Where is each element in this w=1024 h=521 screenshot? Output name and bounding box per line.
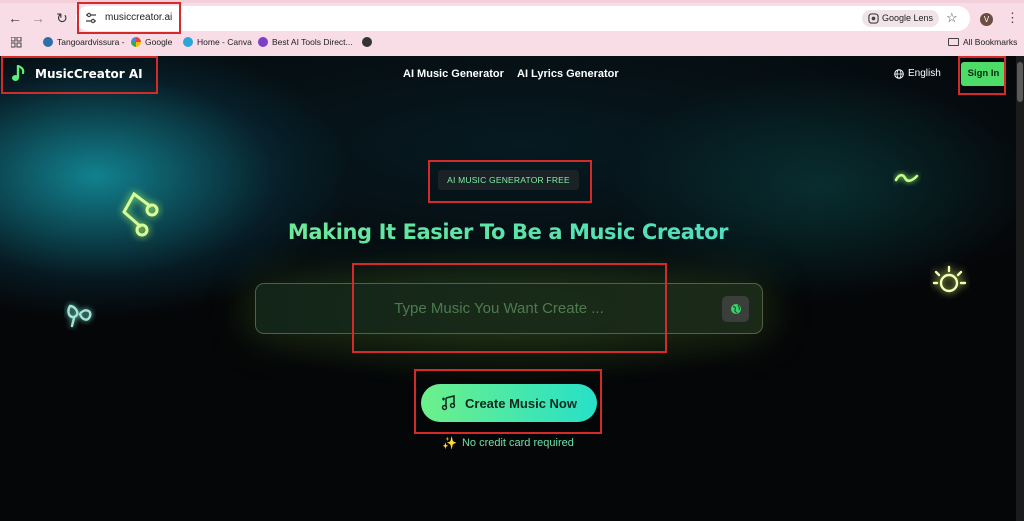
- language-toggle-button[interactable]: [722, 296, 749, 322]
- bookmark-item[interactable]: Home - Canva: [183, 37, 252, 47]
- nav-ai-lyrics-generator[interactable]: AI Lyrics Generator: [517, 68, 619, 80]
- sparkle-icon: ✨: [442, 436, 457, 450]
- free-generator-badge: AI MUSIC GENERATOR FREE: [438, 170, 579, 190]
- create-music-label: Create Music Now: [465, 395, 577, 411]
- musiccreator-page: MusicCreator AI AI Music Generator AI Ly…: [0, 56, 1024, 521]
- site-info-icon[interactable]: [84, 11, 98, 25]
- neon-bow-icon: [67, 304, 92, 328]
- ai-tools-icon: [258, 37, 268, 47]
- brand-name: MusicCreator AI: [35, 67, 143, 81]
- bookmark-item[interactable]: Tangoardvissura -: [43, 37, 125, 47]
- forward-icon[interactable]: →: [27, 7, 49, 29]
- scrollbar-thumb[interactable]: [1017, 62, 1023, 102]
- browser-toolbar: ← → ↻ musiccreator.ai Google Lens ☆ V ⋮: [0, 3, 1024, 33]
- bookmark-label: Tangoardvissura -: [57, 37, 125, 47]
- google-lens-label: Google Lens: [882, 13, 934, 23]
- language-label: English: [908, 68, 941, 79]
- all-bookmarks[interactable]: All Bookmarks: [948, 37, 1017, 47]
- hero-headline: Making It Easier To Be a Music Creator: [0, 220, 1016, 244]
- music-note-plus-icon: [441, 395, 456, 411]
- wordpress-icon: [43, 37, 53, 47]
- globe-icon: [730, 304, 741, 314]
- bookmark-item[interactable]: Google: [131, 37, 172, 47]
- address-bar[interactable]: musiccreator.ai Google Lens ☆: [76, 6, 970, 31]
- bookmark-label: Best AI Tools Direct...: [272, 37, 353, 47]
- scrollbar[interactable]: [1016, 56, 1024, 521]
- apps-grid-icon[interactable]: [11, 37, 22, 48]
- folder-icon: [948, 38, 959, 46]
- site-logo[interactable]: MusicCreator AI: [11, 65, 143, 83]
- browser-chrome: ← → ↻ musiccreator.ai Google Lens ☆ V ⋮: [0, 0, 1024, 56]
- neon-squiggle-icon: [894, 173, 919, 183]
- bookmarks-bar: Tangoardvissura - Google Home - Canva Be…: [0, 33, 1024, 53]
- globe-icon: [894, 68, 904, 79]
- sign-in-button[interactable]: Sign In: [961, 62, 1006, 86]
- bookmark-label: Google: [145, 37, 173, 47]
- music-note-icon: [12, 65, 25, 81]
- back-icon[interactable]: ←: [4, 7, 26, 29]
- profile-avatar[interactable]: V: [980, 13, 993, 26]
- bookmark-star-icon[interactable]: ☆: [946, 10, 958, 26]
- neon-sun-icon: [932, 265, 967, 293]
- google-lens-button[interactable]: Google Lens: [862, 10, 940, 27]
- create-music-button[interactable]: Create Music Now: [421, 384, 597, 422]
- no-credit-card-note: ✨ No credit card required: [442, 436, 574, 450]
- globe-icon: [362, 37, 372, 47]
- url-text[interactable]: musiccreator.ai: [105, 12, 172, 23]
- bookmark-label: Home - Canva: [197, 37, 252, 47]
- no-credit-card-label: No credit card required: [461, 437, 574, 449]
- music-prompt-input[interactable]: [256, 284, 762, 333]
- language-selector[interactable]: English: [894, 68, 941, 79]
- nav-ai-music-generator[interactable]: AI Music Generator: [403, 68, 504, 80]
- all-bookmarks-label: All Bookmarks: [963, 37, 1018, 47]
- more-menu-icon[interactable]: ⋮: [1006, 10, 1019, 26]
- bookmark-item[interactable]: Best AI Tools Direct...: [258, 37, 353, 47]
- canva-icon: [183, 37, 193, 47]
- reload-icon[interactable]: ↻: [51, 7, 73, 29]
- google-lens-icon: [868, 13, 879, 24]
- bookmark-item[interactable]: [362, 37, 372, 47]
- google-icon: [131, 37, 141, 47]
- music-prompt-box[interactable]: [255, 283, 763, 334]
